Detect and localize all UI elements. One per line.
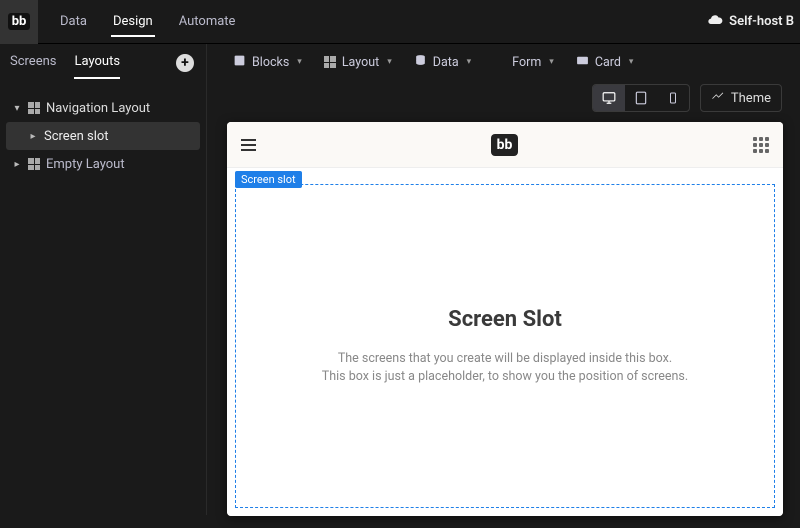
screen-slot-desc-2: This box is just a placeholder, to show … <box>322 368 688 386</box>
device-desktop-button[interactable] <box>593 85 625 111</box>
device-mobile-button[interactable] <box>657 85 689 111</box>
layout-icon <box>324 56 336 68</box>
tree-item-screen-slot[interactable]: ▸ Screen slot <box>6 122 200 150</box>
topnav-automate[interactable]: Automate <box>167 0 248 43</box>
card-icon <box>576 54 589 71</box>
chevron-down-icon: ▾ <box>12 103 22 114</box>
topnav-design[interactable]: Design <box>101 0 165 43</box>
tree-item-navigation-layout[interactable]: ▾ Navigation Layout <box>6 94 200 122</box>
device-tablet-button[interactable] <box>625 85 657 111</box>
screen-slot-heading: Screen Slot <box>448 307 562 332</box>
chevron-down-icon: ▾ <box>467 57 472 67</box>
tree-label: Screen slot <box>44 129 109 144</box>
form-icon <box>493 54 506 71</box>
layout-icon <box>28 102 40 114</box>
chevron-down-icon: ▾ <box>387 57 392 67</box>
chevron-down-icon: ▾ <box>629 57 634 67</box>
app-logo[interactable]: bb <box>0 0 38 44</box>
chevron-down-icon: ▾ <box>297 57 302 67</box>
toolbar-blocks[interactable]: Blocks ▾ <box>227 50 308 74</box>
theme-label: Theme <box>731 91 771 106</box>
toolbar-layout[interactable]: Layout ▾ <box>318 50 398 74</box>
toolbar-label: Layout <box>342 55 379 70</box>
tree-item-empty-layout[interactable]: ▸ Empty Layout <box>6 150 200 178</box>
tree-label: Empty Layout <box>46 157 125 172</box>
self-host-button[interactable]: Self-host B <box>707 12 800 32</box>
left-tab-screens[interactable]: Screens <box>10 54 56 73</box>
hamburger-icon[interactable] <box>241 139 256 151</box>
blocks-icon <box>233 54 246 71</box>
screen-slot-area[interactable]: Screen Slot The screens that you create … <box>235 184 775 508</box>
chevron-right-icon: ▸ <box>12 159 22 170</box>
screen-slot-desc-1: The screens that you create will be disp… <box>338 350 672 368</box>
screen-slot-tag: Screen slot <box>235 171 302 188</box>
self-host-label: Self-host B <box>729 14 794 29</box>
cloud-icon <box>707 12 723 32</box>
database-icon <box>414 54 427 71</box>
toolbar-label: Blocks <box>252 55 289 70</box>
toolbar-card[interactable]: Card ▾ <box>570 50 640 74</box>
chevron-down-icon: ▾ <box>549 57 554 67</box>
app-logo-center: bb <box>491 134 519 156</box>
device-preview-group <box>592 84 690 112</box>
toolbar-label: Card <box>595 55 621 70</box>
topnav-data[interactable]: Data <box>48 0 99 43</box>
add-layout-button[interactable]: + <box>176 54 194 72</box>
preview-canvas: bb Screen slot Screen Slot The screens t… <box>227 122 783 516</box>
toolbar-data[interactable]: Data ▾ <box>408 50 477 74</box>
toolbar-form[interactable]: Form ▾ <box>487 50 560 74</box>
apps-grid-icon[interactable] <box>753 137 769 153</box>
toolbar-label: Form <box>512 55 541 70</box>
layout-icon <box>28 158 40 170</box>
left-tab-layouts[interactable]: Layouts <box>74 54 120 73</box>
tree-label: Navigation Layout <box>46 101 150 116</box>
paint-icon <box>711 89 725 107</box>
theme-button[interactable]: Theme <box>700 84 782 112</box>
toolbar-label: Data <box>433 55 459 70</box>
chevron-right-icon: ▸ <box>28 131 38 142</box>
